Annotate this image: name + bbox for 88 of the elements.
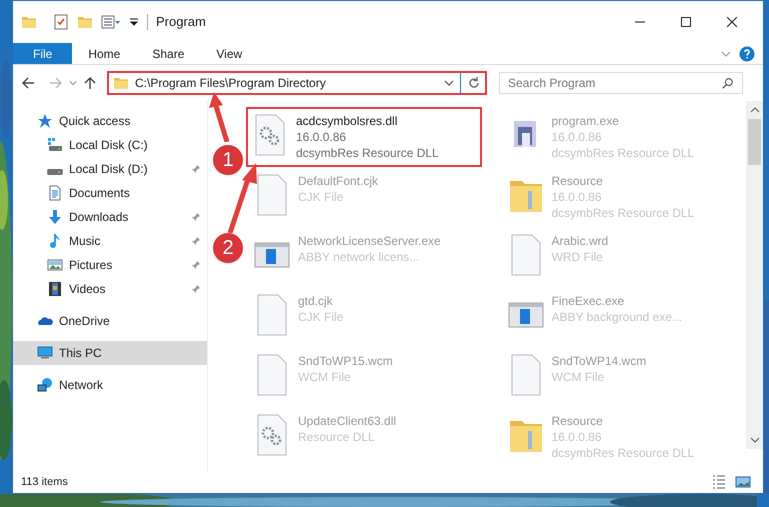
star-icon xyxy=(37,113,53,129)
download-icon xyxy=(47,209,63,225)
file-detail: dcsymbRes Resource DLL xyxy=(296,145,439,161)
folder-icon xyxy=(113,75,129,91)
drive-icon xyxy=(47,137,63,153)
pin-icon xyxy=(191,260,201,270)
properties-icon xyxy=(101,14,121,30)
address-path: C:\Program Files\Program Directory xyxy=(135,75,326,92)
search-input[interactable]: Search Program xyxy=(508,74,722,92)
checklist-icon xyxy=(53,14,69,30)
folder-icon xyxy=(21,14,37,30)
file-detail: CJK File xyxy=(298,189,344,205)
item-count: 113 items xyxy=(21,474,68,490)
pointer-arrow xyxy=(206,92,232,142)
network-icon xyxy=(37,377,53,393)
file-detail: 16.0.0.86 xyxy=(552,429,603,445)
picture-icon xyxy=(47,257,63,273)
pin-icon xyxy=(191,284,201,294)
chevron-down-icon[interactable] xyxy=(750,435,760,445)
ribbon-tab[interactable]: Share xyxy=(136,43,200,64)
up-arrow-icon[interactable] xyxy=(83,76,97,90)
chevron-down-icon[interactable] xyxy=(69,79,77,87)
file-detail: 16.0.0.86 xyxy=(552,189,603,205)
sidebar-item[interactable]: Local Disk (D:) xyxy=(13,157,207,181)
file-detail: ABBY background exe... xyxy=(552,309,682,325)
drive-icon xyxy=(47,169,63,175)
scrollbar-thumb[interactable] xyxy=(748,119,761,165)
file-name: NetworkLicenseServer.exe xyxy=(298,233,441,249)
maximize-icon xyxy=(681,17,691,27)
back-arrow-icon[interactable] xyxy=(21,76,35,90)
file-name: DefaultFont.cjk xyxy=(298,173,378,189)
file-detail: 16.0.0.86 xyxy=(296,129,348,145)
window-title: Program xyxy=(156,13,206,32)
file-name: SndToWP14.wcm xyxy=(552,353,646,369)
search-icon xyxy=(722,77,734,89)
file-name: program.exe xyxy=(552,113,620,129)
sidebar-item[interactable]: Documents xyxy=(13,181,207,205)
file-detail: Resource DLL xyxy=(298,429,376,445)
file-detail: WRD File xyxy=(552,249,604,265)
folder-icon xyxy=(77,14,93,30)
sidebar-item[interactable]: Music xyxy=(13,229,207,253)
sidebar-item[interactable]: Quick access xyxy=(13,109,207,133)
ribbon-tab[interactable]: View xyxy=(200,43,258,64)
file-detail: 16.0.0.86 xyxy=(552,129,603,145)
file-name: acdcsymbolsres.dll xyxy=(296,113,398,129)
scrollbar[interactable] xyxy=(746,101,763,449)
dropdown-icon xyxy=(129,17,139,27)
file-item[interactable]: acdcsymbolsres.dll 16.0.0.86 dcsymbRes Resource DLL xyxy=(246,107,482,167)
file-detail: WCM File xyxy=(552,369,606,385)
file-name: SndToWP15.wcm xyxy=(298,353,393,369)
sidebar-item[interactable]: Videos xyxy=(13,277,207,301)
music-note-icon xyxy=(47,233,63,249)
file-detail: dcsymbRes Resource DLL xyxy=(552,445,694,461)
chevron-up-icon[interactable] xyxy=(750,105,760,115)
file-name: Resource xyxy=(552,173,604,189)
film-icon xyxy=(47,281,63,297)
sidebar-item[interactable]: This PC xyxy=(13,341,207,365)
close-icon xyxy=(727,17,737,27)
file-name: Resource xyxy=(552,413,604,429)
file-detail: WCM File xyxy=(298,369,352,385)
search-field[interactable]: Search Program xyxy=(499,72,743,94)
file-detail: dcsymbRes Resource DLL xyxy=(552,145,694,161)
file-detail: CJK File xyxy=(298,309,344,325)
file-name: gtd.cjk xyxy=(298,293,334,309)
file-detail: dcsymbRes Resource DLL xyxy=(552,205,694,221)
sidebar-item[interactable]: OneDrive xyxy=(13,309,207,333)
help-icon[interactable] xyxy=(739,46,755,62)
sidebar-item[interactable]: Local Disk (C:) xyxy=(13,133,207,157)
chevron-down-icon[interactable] xyxy=(444,78,454,88)
pin-icon xyxy=(191,236,201,246)
pin-icon xyxy=(191,164,201,174)
refresh-icon[interactable] xyxy=(467,76,481,90)
pin-icon xyxy=(191,212,201,222)
sidebar-item[interactable]: Downloads xyxy=(13,205,207,229)
ribbon-tab[interactable]: File xyxy=(13,43,72,64)
file-name: FineExec.exe xyxy=(552,293,626,309)
sidebar-item[interactable]: Pictures xyxy=(13,253,207,277)
file-name: Arabic.wrd xyxy=(552,233,608,249)
file-name: UpdateClient63.dll xyxy=(298,413,396,429)
sidebar-item[interactable]: Network xyxy=(13,373,207,397)
document-icon xyxy=(47,185,63,201)
details-view-icon[interactable] xyxy=(711,474,727,490)
ribbon-tab[interactable]: Home xyxy=(72,43,136,64)
large-icons-view-icon[interactable] xyxy=(735,474,751,490)
address-field[interactable]: C:\Program Files\Program Directory xyxy=(107,71,487,95)
file-detail: ABBY network licens... xyxy=(298,249,420,265)
chevron-down-icon xyxy=(721,48,731,58)
monitor-icon xyxy=(37,345,53,361)
